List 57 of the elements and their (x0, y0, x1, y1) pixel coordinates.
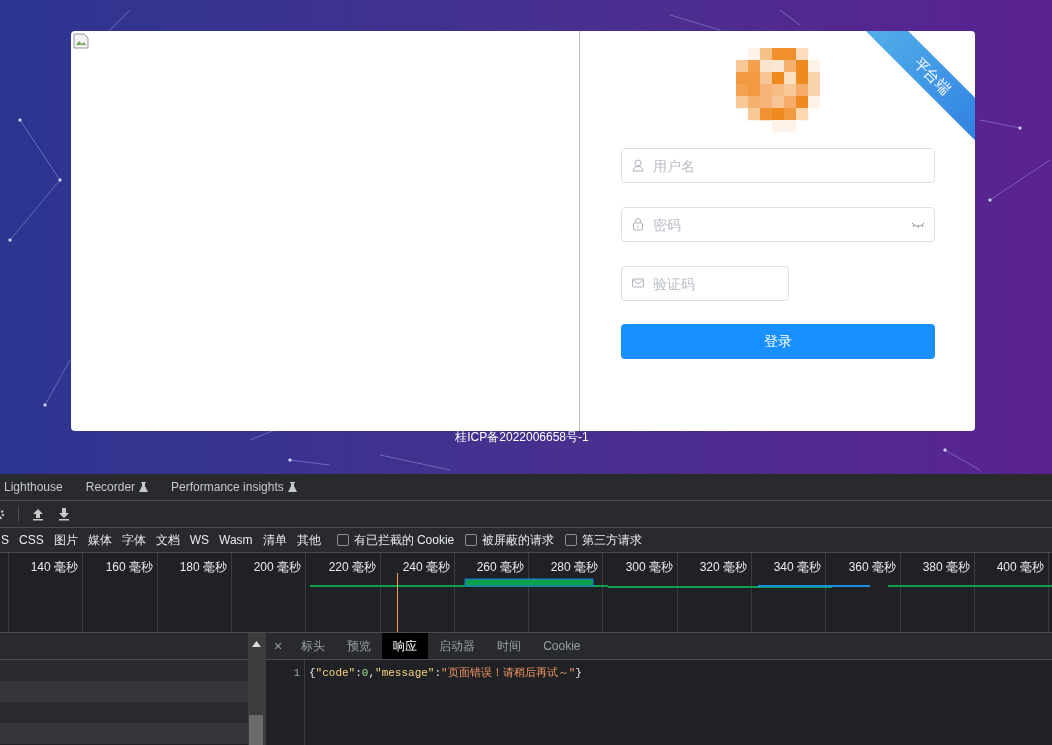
scrollbar-thumb[interactable] (249, 715, 263, 745)
checkbox-label: 第三方请求 (582, 532, 643, 549)
filter-button[interactable]: Wasm (219, 531, 253, 549)
captcha-field[interactable]: 验证码 (620, 266, 789, 301)
lock-icon (630, 217, 645, 231)
time-cursor (397, 573, 398, 632)
mail-icon (630, 276, 645, 290)
filter-button[interactable]: 文档 (155, 531, 180, 549)
checkbox[interactable] (465, 534, 478, 546)
filter-button[interactable]: 其他 (296, 531, 321, 549)
checkbox[interactable] (565, 534, 578, 546)
detail-tab[interactable]: Cookie (532, 633, 592, 659)
close-button[interactable]: × (274, 635, 283, 657)
panel-tab[interactable]: Recorder (85, 478, 149, 496)
detail-tab[interactable]: 标头 (290, 633, 337, 659)
timeline-tick: 300 毫秒 (625, 559, 673, 576)
user-icon (630, 158, 645, 172)
filter-button[interactable]: CSS (19, 531, 44, 549)
scrollbar[interactable] (248, 633, 265, 745)
filter-button[interactable]: 图片 (53, 531, 78, 549)
checkbox-label: 被屏蔽的请求 (482, 532, 555, 549)
timeline-tick: 340 毫秒 (773, 559, 821, 576)
timeline-tick: 240 毫秒 (402, 559, 450, 576)
detail-tab[interactable]: 预览 (336, 633, 383, 659)
timeline-tick: 140 毫秒 (30, 559, 78, 576)
timeline-tick: 200 毫秒 (253, 559, 301, 576)
logo-icon (735, 48, 820, 132)
checkbox-label: 有已拦截的 Cookie (353, 532, 455, 549)
line-number: 1 (292, 666, 301, 681)
icp-text: 桂ICP备2022006658号-1 (454, 431, 590, 443)
username-field[interactable]: 用户名 (620, 148, 935, 183)
password-field[interactable]: 密码 (620, 207, 935, 242)
filter-button[interactable]: S (1, 531, 9, 549)
timeline-tick: 180 毫秒 (179, 559, 227, 576)
timeline-tick: 380 毫秒 (922, 559, 970, 576)
detail-tab[interactable]: 时间 (486, 633, 533, 659)
code-line: {"code":0,"message":"页面错误！请稍后再试～"} (309, 666, 582, 681)
timeline-tick: 360 毫秒 (848, 559, 896, 576)
detail-tab[interactable]: 响应 (382, 633, 429, 659)
timeline-tick: 280 毫秒 (550, 559, 598, 576)
download-icon[interactable] (57, 507, 71, 521)
upload-icon[interactable] (31, 507, 45, 521)
panel-tab[interactable]: Lighthouse (4, 478, 63, 496)
detail-tab[interactable]: 启动器 (428, 633, 487, 659)
timeline-tick: 160 毫秒 (105, 559, 153, 576)
eye-closed-icon[interactable] (910, 221, 925, 229)
timeline-tick: 400 毫秒 (996, 559, 1044, 576)
filter-button[interactable]: 媒体 (87, 531, 112, 549)
timeline-tick: 320 毫秒 (699, 559, 747, 576)
filter-button[interactable]: 字体 (121, 531, 146, 549)
panel-tab[interactable]: Performance insights (171, 478, 297, 496)
timeline-tick: 220 毫秒 (328, 559, 376, 576)
filter-button[interactable]: WS (189, 531, 210, 549)
checkbox[interactable] (336, 534, 349, 546)
scroll-up-icon[interactable] (252, 641, 261, 647)
filter-button[interactable]: 清单 (262, 531, 287, 549)
timeline-tick: 260 毫秒 (476, 559, 524, 576)
